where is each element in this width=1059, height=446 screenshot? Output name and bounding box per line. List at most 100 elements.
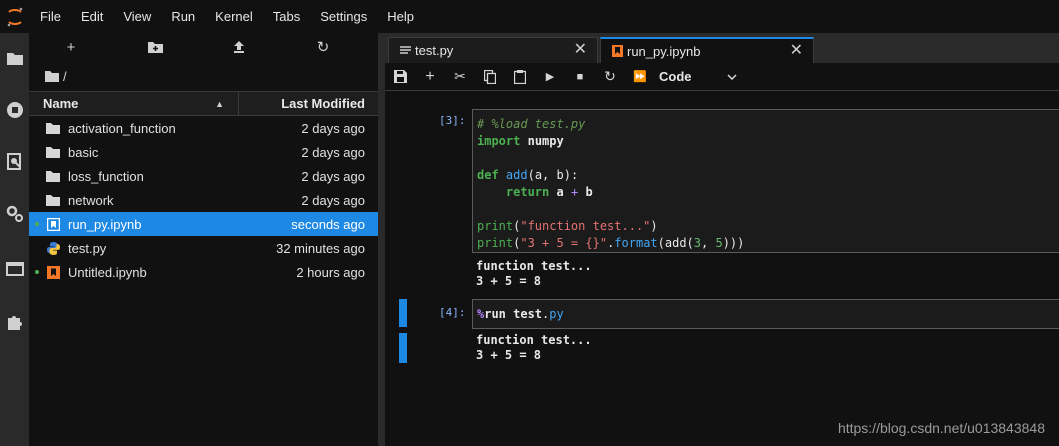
restart-button[interactable]: ↻ xyxy=(595,63,625,91)
file-name: basic xyxy=(68,144,99,160)
notebook-toolbar: + ✂ ▶ ■ ↻ ⏩ Code xyxy=(385,63,1059,91)
insert-cell-button[interactable]: + xyxy=(415,63,445,91)
list-item[interactable]: Untitled.ipynb 2 hours ago xyxy=(29,260,378,284)
file-modified: 32 minutes ago xyxy=(276,240,365,256)
save-button[interactable] xyxy=(385,63,415,91)
refresh-icon: ↻ xyxy=(604,68,616,84)
menu-file[interactable]: File xyxy=(30,0,71,33)
running-indicator xyxy=(35,270,39,274)
file-name: loss_function xyxy=(68,168,144,184)
upload-icon xyxy=(234,41,244,53)
run-button[interactable]: ▶ xyxy=(535,63,565,91)
list-item[interactable]: test.py 32 minutes ago xyxy=(29,236,378,260)
code-line: print("function test...") xyxy=(477,219,658,233)
folder-icon xyxy=(45,192,61,208)
code-cell-input[interactable]: %run test.py xyxy=(472,299,1059,329)
refresh-button[interactable]: ↻ xyxy=(281,33,365,61)
list-item[interactable]: run_py.ipynb seconds ago xyxy=(29,212,378,236)
code-line: import numpy xyxy=(477,134,564,148)
extension-manager-icon[interactable] xyxy=(0,307,29,337)
file-name: network xyxy=(68,192,114,208)
tab-bar: test.py ✕ run_py.ipynb ✕ xyxy=(385,33,1059,63)
menu-tabs[interactable]: Tabs xyxy=(263,0,310,33)
copy-icon xyxy=(484,69,496,84)
cell-type-select[interactable]: Code xyxy=(659,69,737,84)
upload-button[interactable] xyxy=(197,33,281,61)
interrupt-button[interactable]: ■ xyxy=(565,63,595,91)
property-inspector-icon[interactable] xyxy=(0,199,29,229)
restart-run-all-button[interactable]: ⏩ xyxy=(625,63,655,91)
menu-bar: File Edit View Run Kernel Tabs Settings … xyxy=(0,0,1059,33)
name-column-header[interactable]: Name ▲ xyxy=(29,92,239,115)
scissors-icon: ✂ xyxy=(454,68,466,84)
file-modified: 2 days ago xyxy=(301,168,365,184)
notebook-icon xyxy=(611,45,623,57)
output-collapser[interactable] xyxy=(399,333,407,363)
folder-icon xyxy=(45,168,61,184)
close-icon[interactable]: ✕ xyxy=(574,41,587,59)
file-modified: 2 hours ago xyxy=(296,264,365,280)
modified-column-header[interactable]: Last Modified xyxy=(239,96,378,111)
play-icon: ▶ xyxy=(545,71,555,83)
file-modified: 2 days ago xyxy=(301,144,365,160)
folder-icon xyxy=(45,120,61,136)
stop-icon: ■ xyxy=(576,70,584,83)
input-prompt: [3]: xyxy=(439,114,466,127)
code-line: def add(a, b): xyxy=(477,168,579,182)
notebook-icon xyxy=(45,216,61,232)
copy-button[interactable] xyxy=(475,63,505,91)
file-modified: 2 days ago xyxy=(301,120,365,136)
file-name: activation_function xyxy=(68,120,176,136)
new-launcher-button[interactable]: + xyxy=(29,33,113,61)
list-item[interactable]: loss_function 2 days ago xyxy=(29,164,378,188)
menu-kernel[interactable]: Kernel xyxy=(205,0,263,33)
file-name: test.py xyxy=(68,240,107,256)
code-line: print("3 + 5 = {}".format(add(3, 5))) xyxy=(477,236,745,250)
menu-help[interactable]: Help xyxy=(377,0,424,33)
plus-icon: + xyxy=(425,67,435,85)
close-icon[interactable]: ✕ xyxy=(790,42,803,60)
watermark: https://blog.csdn.net/u013843848 xyxy=(837,420,1045,436)
plus-icon: + xyxy=(66,38,76,56)
commands-palette-icon[interactable] xyxy=(0,147,29,177)
folder-icon[interactable] xyxy=(0,43,29,73)
tabs-list-icon[interactable] xyxy=(0,254,29,284)
new-folder-button[interactable] xyxy=(113,33,197,61)
file-modified: 2 days ago xyxy=(301,192,365,208)
folder-icon xyxy=(45,144,61,160)
input-prompt: [4]: xyxy=(439,306,466,319)
code-cell-input[interactable]: # %load test.py import numpy def add(a, … xyxy=(472,109,1059,253)
notebook-panel: [3]: # %load test.py import numpy def ad… xyxy=(385,92,1059,446)
fast-forward-icon: ⏩ xyxy=(633,71,647,83)
tab-label: test.py xyxy=(415,43,454,58)
text-file-icon xyxy=(399,45,411,57)
input-collapser[interactable] xyxy=(399,299,407,327)
python-file-icon xyxy=(45,240,61,256)
tab-test-py[interactable]: test.py ✕ xyxy=(388,37,598,63)
breadcrumb-path[interactable]: / xyxy=(63,69,67,84)
menu-view[interactable]: View xyxy=(113,0,161,33)
list-item[interactable]: network 2 days ago xyxy=(29,188,378,212)
output-line: 3 + 5 = 8 xyxy=(476,274,542,288)
folder-icon[interactable] xyxy=(45,70,59,82)
tab-run-py-ipynb[interactable]: run_py.ipynb ✕ xyxy=(600,37,814,63)
list-item[interactable]: activation_function 2 days ago xyxy=(29,116,378,140)
menu-edit[interactable]: Edit xyxy=(71,0,113,33)
panel-splitter[interactable] xyxy=(378,33,385,446)
menu-run[interactable]: Run xyxy=(161,0,205,33)
menu-settings[interactable]: Settings xyxy=(310,0,377,33)
file-name: Untitled.ipynb xyxy=(68,264,147,280)
output-line: function test... xyxy=(476,333,592,347)
code-line: return a + b xyxy=(505,185,593,199)
output-line: 3 + 5 = 8 xyxy=(476,348,542,362)
main-area: test.py ✕ run_py.ipynb ✕ + ✂ ▶ ■ ↻ ⏩ Cod… xyxy=(385,33,1059,446)
list-item[interactable]: basic 2 days ago xyxy=(29,140,378,164)
cell-type-value: Code xyxy=(659,69,692,84)
tab-label: run_py.ipynb xyxy=(627,43,701,59)
name-column-label: Name xyxy=(43,96,79,111)
cut-button[interactable]: ✂ xyxy=(445,63,475,91)
paste-button[interactable] xyxy=(505,63,535,91)
running-sessions-icon[interactable] xyxy=(0,95,29,125)
chevron-down-icon xyxy=(727,73,737,80)
